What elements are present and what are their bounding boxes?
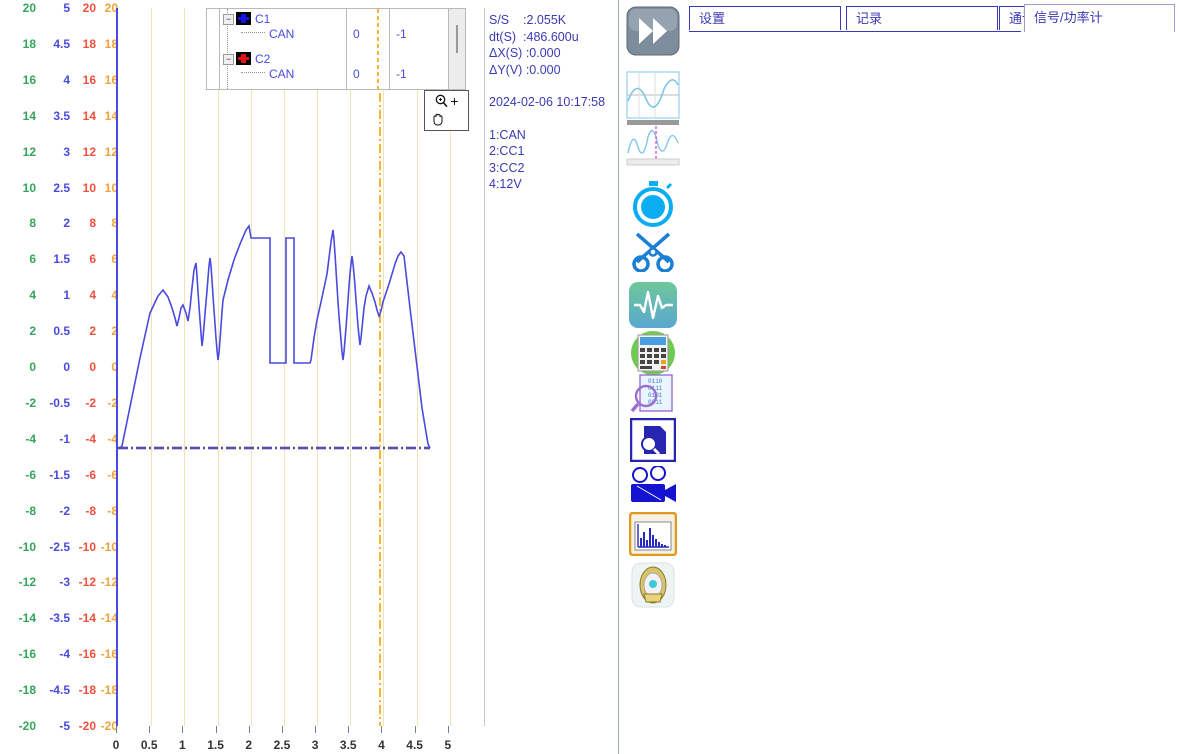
tab-bar: 设置 记录 通讯 信号/功率计 [689,4,1175,32]
axis-tick-mark [149,726,150,733]
plus-sign: + [450,93,458,109]
axis-tick-mark [415,726,416,733]
y-axis-orange: 20181614121086420-2-4-6-8-10-12-14-16-18… [78,0,118,726]
axis-tick-mark [182,726,183,733]
readout-line: S/S :2.055K [489,12,614,29]
readout-timestamp: 2024-02-06 10:17:58 [489,94,614,111]
collapse-toggle-icon[interactable]: − [223,14,234,25]
legend-label: C1 [255,12,270,26]
channel-name: 3:CC2 [489,160,614,177]
tool-rail: 01100111 01010011 [620,0,686,754]
axis-tick-mark [348,726,349,733]
readout-line: dt(S) :486.600u [489,29,614,46]
tab-label: 信号/功率计 [1034,10,1103,25]
axis-tick-label: 2 [245,738,252,752]
legend-row[interactable]: − C2 [207,49,465,69]
magnifier-plus-icon[interactable]: + [425,91,468,112]
channel-name: 2:CC1 [489,143,614,160]
axis-tick-label: 2.5 [274,738,291,752]
axis-tick-label: 1 [179,738,186,752]
video-camera-button[interactable] [625,466,681,508]
legend-subrow[interactable]: CAN 0 -1 [207,69,465,89]
axis-tick-mark [282,726,283,733]
signal-legend-tree[interactable]: − C1 CAN 0 -1 − C2 [206,8,466,90]
pulse-wave-button[interactable] [625,282,681,328]
file-magnifier-button[interactable] [625,418,681,462]
legend-row[interactable]: − C1 [207,9,465,29]
axis-tick-label: 3.5 [340,738,357,752]
legend-value-1: 0 [353,27,360,41]
tab-label: 记录 [856,11,882,26]
plot-zoom-pan-control[interactable]: + [424,90,469,131]
calculator-button[interactable] [625,330,681,376]
settings-panel: 设置 记录 通讯 信号/功率计 电压 电流 因子 电压补偿值 电流补偿值 CH1… [686,0,1178,754]
legend-value-2: -1 [396,67,407,81]
legend-subrow[interactable]: CAN 0 -1 [207,29,465,49]
axis-tick-label: 5 [444,738,451,752]
axis-tick-label: 0.5 [141,738,158,752]
legend-value-2: -1 [396,27,407,41]
readout-line: ΔY(V) :0.000 [489,62,614,79]
axis-tick-label: 0 [113,738,120,752]
measurement-readout: S/S :2.055K dt(S) :486.600u ΔX(S) :0.000… [484,8,614,726]
waveform-window-button[interactable] [625,70,681,170]
disc-button[interactable] [625,562,681,608]
fast-forward-button[interactable] [625,5,681,57]
legend-scrollbar[interactable] [448,9,465,89]
axis-tick-label: 4.5 [406,738,423,752]
legend-child-label: CAN [269,27,294,41]
axis-tick-mark [216,726,217,733]
axis-tick-mark [448,726,449,733]
legend-value-1: 0 [353,67,360,81]
axis-tick-mark [249,726,250,733]
tab-settings[interactable]: 设置 [689,6,841,30]
collapse-toggle-icon[interactable]: − [223,54,234,65]
axis-tick-mark [315,726,316,733]
stopwatch-button[interactable] [625,180,681,228]
application-window: 20181614121086420-2-4-6-8-10-12-14-16-18… [0,0,1178,754]
color-swatch [236,12,251,25]
axis-tick-mark [381,726,382,733]
scissors-button[interactable] [625,232,681,272]
axis-tick-label: 1.5 [207,738,224,752]
color-swatch [236,52,251,65]
x-axis: 0 0.5 1 1.5 2 2.5 3 3.5 4 4.5 5 [0,726,618,754]
channel-name: 4:12V [489,176,614,193]
bar-chart-button[interactable] [625,512,681,556]
legend-label: C2 [255,52,270,66]
svg-text:0110: 0110 [648,378,663,385]
tab-signal-power-meter[interactable]: 信号/功率计 [1024,4,1175,32]
axis-tick-label: 3 [312,738,319,752]
tab-label: 设置 [699,11,725,26]
axis-tick-mark [116,726,117,733]
hand-icon[interactable] [425,112,468,130]
tab-underline [689,31,1021,32]
document-magnifier-button[interactable]: 01100111 01010011 [625,372,681,416]
channel-name: 1:CAN [489,127,614,144]
legend-child-label: CAN [269,67,294,81]
readout-line: ΔX(S) :0.000 [489,45,614,62]
tab-record[interactable]: 记录 [846,6,998,30]
oscilloscope-chart-pane: 20181614121086420-2-4-6-8-10-12-14-16-18… [0,0,619,754]
axis-tick-label: 4 [378,738,385,752]
